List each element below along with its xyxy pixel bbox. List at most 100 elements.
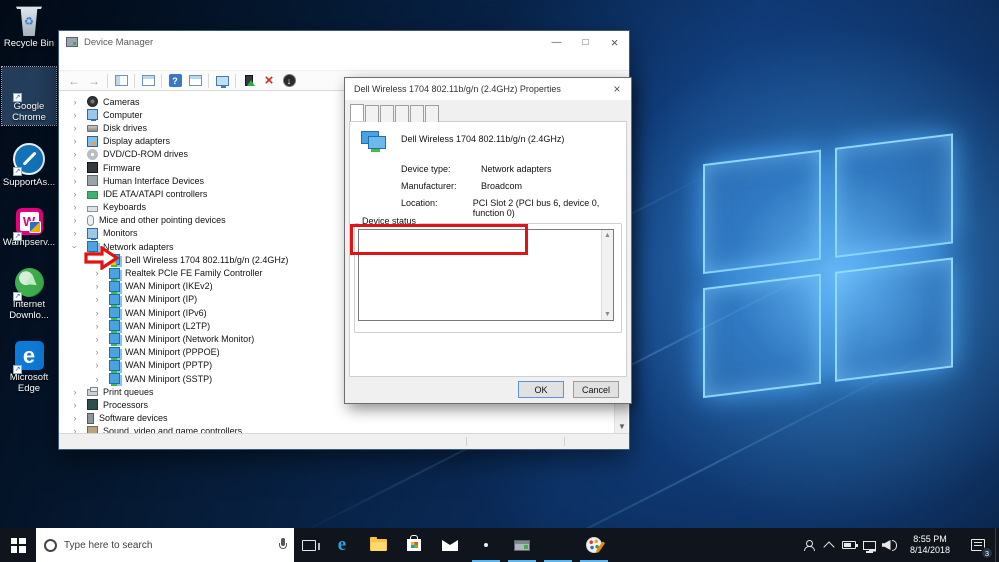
- show-desktop-button[interactable]: [995, 528, 999, 562]
- chevron-icon[interactable]: [91, 334, 103, 344]
- toolbar-button[interactable]: [208, 73, 209, 88]
- dialog-tab[interactable]: [395, 105, 409, 122]
- chevron-icon[interactable]: [69, 215, 81, 225]
- toolbar-button[interactable]: [239, 72, 259, 90]
- chevron-icon[interactable]: [69, 123, 81, 133]
- microphone-icon[interactable]: [279, 538, 287, 552]
- desktop-icon[interactable]: W ↗ Wampserv...: [2, 206, 56, 250]
- tray-icon-button[interactable]: [839, 528, 859, 562]
- tree-item-label: Processors: [103, 399, 149, 410]
- windows-logo-pane: [835, 133, 953, 258]
- dialog-tab[interactable]: [350, 104, 364, 121]
- status-scrollbar[interactable]: ▲ ▼: [601, 230, 613, 320]
- start-button[interactable]: [0, 528, 36, 562]
- taskbar-app-button[interactable]: [576, 528, 612, 562]
- cancel-button[interactable]: Cancel: [573, 381, 619, 398]
- chevron-icon[interactable]: [69, 228, 81, 238]
- dialog-tab[interactable]: [425, 105, 439, 122]
- task-view-button[interactable]: [294, 528, 324, 562]
- toolbar-button[interactable]: [134, 73, 135, 88]
- dvd-drive-icon: [87, 148, 98, 160]
- desktop-icon-list: Recycle Bin ↗ GoogleChrome ↗ SupportAs..…: [1, 4, 57, 396]
- toolbar-button[interactable]: [111, 72, 131, 90]
- chevron-icon[interactable]: [69, 97, 81, 107]
- toolbar-button[interactable]: [161, 73, 162, 88]
- tree-item-label: Print queues: [103, 386, 154, 397]
- chevron-icon[interactable]: [91, 360, 103, 370]
- taskbar-app-button[interactable]: [468, 528, 504, 562]
- chevron-icon[interactable]: [69, 413, 81, 423]
- taskbar-app-button[interactable]: [432, 528, 468, 562]
- dialog-tab[interactable]: [410, 105, 424, 122]
- chevron-icon[interactable]: [69, 387, 81, 397]
- chevron-icon[interactable]: [69, 176, 81, 186]
- tray-icon-button[interactable]: [879, 528, 899, 562]
- maximize-button[interactable]: □: [571, 31, 600, 53]
- desktop-icon[interactable]: ↗ Internet Downlo...: [2, 266, 56, 323]
- chevron-icon[interactable]: [91, 374, 103, 384]
- console-tree-icon: [114, 75, 128, 86]
- close-icon[interactable]: ×: [609, 82, 625, 96]
- tree-item[interactable]: Sound, video and game controllers: [59, 425, 629, 433]
- toolbar-button[interactable]: [138, 72, 158, 90]
- dialog-tab[interactable]: [365, 105, 379, 122]
- chevron-icon[interactable]: [91, 347, 103, 357]
- taskbar-search[interactable]: [36, 528, 294, 562]
- taskbar-app-button[interactable]: [360, 528, 396, 562]
- action-center-button[interactable]: 3: [961, 528, 995, 562]
- tray-icon-button[interactable]: [799, 528, 819, 562]
- taskbar-app-button[interactable]: [540, 528, 576, 562]
- toolbar-button[interactable]: [84, 72, 104, 90]
- toolbar-button[interactable]: [235, 73, 236, 88]
- chevron-icon[interactable]: [69, 426, 81, 433]
- toolbar-button[interactable]: [259, 72, 279, 90]
- cortana-circle-icon: [44, 538, 57, 552]
- minimize-button[interactable]: —: [542, 31, 571, 53]
- chevron-icon[interactable]: [91, 294, 103, 304]
- chevron-icon[interactable]: [69, 189, 81, 199]
- taskbar-clock[interactable]: 8:55 PM 8/14/2018: [899, 528, 961, 562]
- tree-item-label: WAN Miniport (L2TP): [125, 320, 211, 331]
- sound-controller-icon: [87, 425, 98, 433]
- scroll-down-icon[interactable]: ▼: [615, 420, 629, 433]
- network-adapter-icon: [109, 280, 120, 294]
- people-icon: [803, 539, 815, 551]
- toolbar-button[interactable]: [279, 72, 299, 90]
- taskbar-app-button[interactable]: [396, 528, 432, 562]
- scroll-down-icon[interactable]: ▼: [602, 309, 613, 320]
- chevron-icon[interactable]: [69, 202, 81, 212]
- dialog-tab[interactable]: [380, 105, 394, 122]
- volume-icon: [881, 540, 891, 550]
- taskbar-app-button[interactable]: [504, 528, 540, 562]
- desktop-icon[interactable]: Recycle Bin: [2, 4, 56, 51]
- chevron-icon[interactable]: [69, 110, 81, 120]
- scroll-up-icon[interactable]: ▲: [602, 230, 613, 241]
- device-manager-titlebar[interactable]: Device Manager — □ ×: [59, 31, 629, 53]
- toolbar-button[interactable]: [212, 72, 232, 90]
- ok-button[interactable]: OK: [518, 381, 564, 398]
- toolbar-button[interactable]: [64, 72, 84, 90]
- close-button[interactable]: ×: [600, 31, 629, 53]
- toolbar-button[interactable]: [185, 72, 205, 90]
- dialog-titlebar[interactable]: Dell Wireless 1704 802.11b/g/n (2.4GHz) …: [345, 78, 631, 100]
- toolbar-button[interactable]: [165, 72, 185, 90]
- tray-icon-button[interactable]: [819, 528, 839, 562]
- chevron-icon[interactable]: [69, 149, 81, 159]
- tray-icon-button[interactable]: [859, 528, 879, 562]
- device-name: Dell Wireless 1704 802.11b/g/n (2.4GHz): [401, 134, 565, 144]
- chevron-icon[interactable]: [69, 163, 81, 173]
- search-input[interactable]: [64, 539, 272, 551]
- desktop-icon[interactable]: ↗ SupportAs...: [2, 141, 56, 190]
- taskbar-app-button[interactable]: e: [324, 528, 360, 562]
- chevron-icon[interactable]: [69, 400, 81, 410]
- chevron-icon[interactable]: [91, 308, 103, 318]
- chevron-icon[interactable]: [91, 281, 103, 291]
- desktop-icon[interactable]: ↗ Google Chrome: [1, 66, 57, 126]
- chevron-icon[interactable]: [69, 136, 81, 146]
- toolbar-button[interactable]: [107, 73, 108, 88]
- desktop-icon[interactable]: e ↗ Microsoft Edge: [2, 339, 56, 396]
- shortcut-arrow-icon: ↗: [13, 167, 22, 176]
- chevron-icon[interactable]: [70, 241, 80, 253]
- chevron-icon[interactable]: [91, 321, 103, 331]
- tree-item[interactable]: Software devices: [59, 412, 629, 425]
